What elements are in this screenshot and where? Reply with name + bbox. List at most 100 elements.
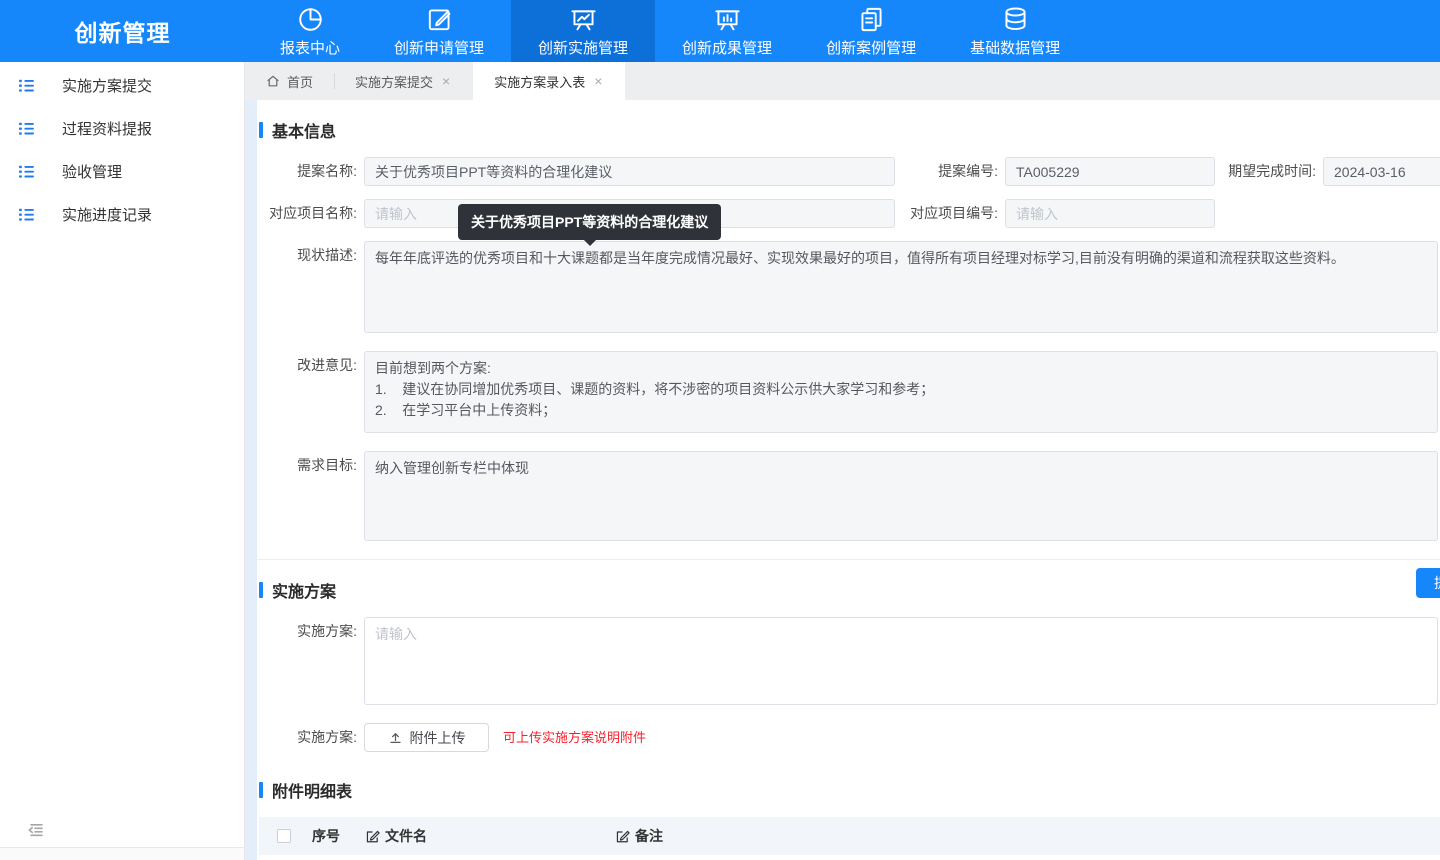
list-icon [18,163,35,180]
section-divider [245,559,1440,560]
plan-form: 实施方案: 实施方案: 附件上传 可上传实施方案说明附件 [245,617,1440,752]
edit-icon [365,829,380,844]
collapse-sidebar-icon[interactable] [26,820,46,840]
presentation-bar-chart-icon [713,5,742,34]
nav-item-report-center[interactable]: 报表中心 [253,0,367,62]
proposal-name-input[interactable] [364,157,895,186]
expect-date-label: 期望完成时间: [1215,157,1323,186]
goal-textarea[interactable]: 纳入管理创新专栏中体现 [364,451,1438,541]
improve-textarea[interactable]: 目前想到两个方案: 1. 建议在协同增加优秀项目、课题的资料，将不涉密的项目资料… [364,351,1438,433]
tab-home[interactable]: 首页 [245,62,334,100]
form-row: 提案名称: 提案编号: 期望完成时间: [259,157,1440,186]
tab-bar: 首页 实施方案提交 × 实施方案录入表 × [245,62,1440,100]
edit-square-icon [425,5,454,34]
sidebar-item-plan-submit[interactable]: 实施方案提交 [0,64,244,107]
nav-item-label: 创新申请管理 [394,37,484,58]
form-row: 对应项目名称: 对应项目编号: [259,199,1440,228]
sidebar-item-label: 过程资料提报 [62,118,152,139]
select-all-checkbox[interactable] [277,829,291,843]
sidebar-item-label: 验收管理 [62,161,122,182]
list-icon [18,120,35,137]
close-icon[interactable]: × [592,72,604,90]
plan-attach-label: 实施方案: [259,723,364,752]
project-name-label: 对应项目名称: [259,199,364,228]
status-desc-label: 现状描述: [259,241,364,270]
goal-label: 需求目标: [259,451,364,480]
expect-date-input[interactable] [1323,157,1440,186]
section-attach-table: 附件明细表 [259,778,1440,802]
tab-label: 首页 [287,72,313,91]
form-row: 实施方案: [259,617,1440,705]
sidebar-item-label: 实施进度记录 [62,204,152,225]
form-row: 现状描述: 每年年底评选的优秀项目和十大课题都是当年度完成情况最好、实现效果最好… [259,241,1440,333]
section-basic-info: 基本信息 [259,118,1440,142]
form-row: 改进意见: 目前想到两个方案: 1. 建议在协同增加优秀项目、课题的资料，将不涉… [259,351,1440,433]
nav-item-innovation-apply[interactable]: 创新申请管理 [367,0,511,62]
tab-label: 实施方案录入表 [494,72,585,91]
proposal-no-input[interactable] [1005,157,1215,186]
status-desc-textarea[interactable]: 每年年底评选的优秀项目和十大课题都是当年度完成情况最好、实现效果最好的项目，值得… [364,241,1438,333]
nav-item-innovation-cases[interactable]: 创新案例管理 [799,0,943,62]
section-title: 基本信息 [272,118,336,142]
upload-attachment-button[interactable]: 附件上传 [364,723,489,752]
basic-info-form: 关于优秀项目PPT等资料的合理化建议 提案名称: 提案编号: 期望完成时间: 对… [245,157,1440,541]
section-accent-bar [259,122,263,138]
pie-chart-icon [296,5,325,34]
form-row: 实施方案: 附件上传 可上传实施方案说明附件 [259,723,1440,752]
home-icon [266,74,280,88]
proposal-name-tooltip: 关于优秀项目PPT等资料的合理化建议 [458,204,721,240]
sidebar-footer-strip [0,847,244,860]
plan-text-label: 实施方案: [259,617,364,646]
nav-item-label: 创新实施管理 [538,37,628,58]
proposal-no-label: 提案编号: [895,157,1005,186]
nav-item-label: 基础数据管理 [970,37,1060,58]
main-nav: 报表中心 创新申请管理 创新实施管理 创新成果管理 创新案例管理 [245,0,1087,62]
form-row: 需求目标: 纳入管理创新专栏中体现 [259,451,1440,541]
nav-item-label: 报表中心 [280,37,340,58]
upload-button-label: 附件上传 [410,728,466,748]
edit-icon [615,829,630,844]
nav-item-label: 创新成果管理 [682,37,772,58]
page-content: 基本信息 关于优秀项目PPT等资料的合理化建议 提案名称: 提案编号: 期望完成… [245,100,1440,860]
sidebar-item-acceptance[interactable]: 验收管理 [0,150,244,193]
close-icon[interactable]: × [440,72,452,90]
upload-icon [388,730,403,745]
improve-label: 改进意见: [259,351,364,380]
header-label: 文件名 [385,826,427,846]
sidebar: 实施方案提交 过程资料提报 验收管理 实施进度记录 [0,62,245,860]
list-icon [18,206,35,223]
tab-label: 实施方案提交 [355,72,433,91]
list-icon [18,77,35,94]
presentation-line-chart-icon [569,5,598,34]
section-accent-bar [259,582,263,598]
submit-button[interactable]: 提交 [1416,568,1440,598]
header-cell-index: 序号 [312,826,365,846]
header-label: 备注 [635,826,663,846]
nav-item-innovation-implement[interactable]: 创新实施管理 [511,0,655,62]
tab-plan-submit[interactable]: 实施方案提交 × [334,62,473,100]
attachment-table-header: 序号 文件名 备注 [259,817,1440,855]
project-no-input[interactable] [1005,199,1215,228]
nav-item-innovation-results[interactable]: 创新成果管理 [655,0,799,62]
header-cell-checkbox [259,829,312,843]
top-navbar: 创新管理 报表中心 创新申请管理 创新实施管理 创新成果管理 [0,0,1440,62]
sidebar-item-label: 实施方案提交 [62,75,152,96]
sidebar-menu: 实施方案提交 过程资料提报 验收管理 实施进度记录 [0,62,244,236]
plan-textarea[interactable] [364,617,1438,705]
section-title: 实施方案 [272,578,336,602]
database-icon [1001,5,1030,34]
attachment-table: 序号 文件名 备注 暂无数据 [259,817,1440,860]
project-no-label: 对应项目编号: [895,199,1005,228]
attachment-hint-text: 可上传实施方案说明附件 [503,723,646,752]
documents-icon [857,5,886,34]
section-plan: 实施方案 [259,578,1440,602]
app-title: 创新管理 [0,0,245,62]
proposal-name-label: 提案名称: [259,157,364,186]
sidebar-item-process-docs[interactable]: 过程资料提报 [0,107,244,150]
header-cell-note: 备注 [615,826,1440,846]
sidebar-item-progress-record[interactable]: 实施进度记录 [0,193,244,236]
tab-plan-entry-form[interactable]: 实施方案录入表 × [473,62,625,100]
nav-item-base-data[interactable]: 基础数据管理 [943,0,1087,62]
section-title: 附件明细表 [272,778,352,802]
nav-item-label: 创新案例管理 [826,37,916,58]
